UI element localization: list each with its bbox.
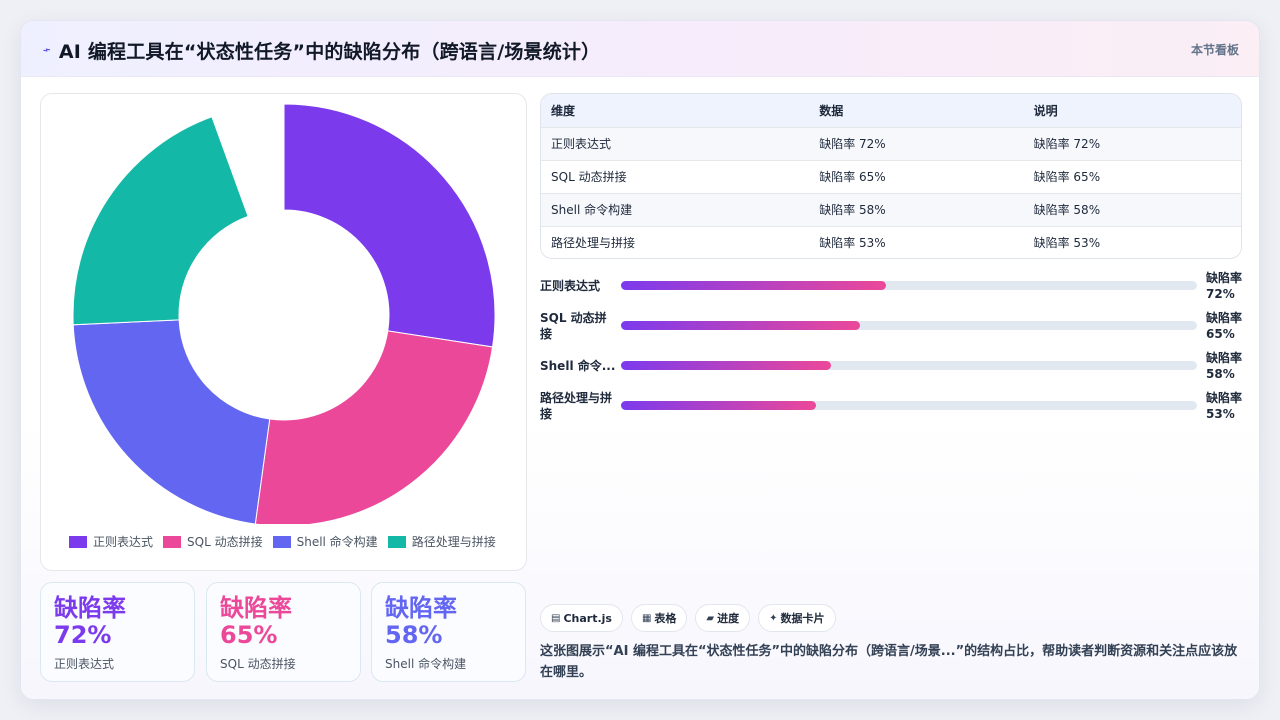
- chip-data-card[interactable]: ✦ 数据卡片: [758, 604, 836, 632]
- progress-row: 正则表达式 缺陷率 72%: [540, 269, 1242, 303]
- legend-label: SQL 动态拼接: [187, 535, 263, 549]
- table-cell: 缺陷率 58%: [1023, 193, 1241, 227]
- legend-swatch: [69, 535, 87, 548]
- legend-item[interactable]: 正则表达式: [69, 533, 153, 550]
- progress-fill: [621, 321, 861, 330]
- stat-label: SQL 动态拼接: [220, 657, 296, 671]
- stat-value: 缺陷率 65%: [220, 594, 292, 649]
- progress-track: [621, 321, 1197, 330]
- chip-label: 表格: [654, 612, 677, 625]
- legend-label: 正则表达式: [93, 535, 154, 549]
- doughnut-slice-3[interactable]: [72, 319, 271, 524]
- title-wrap: ⌁ AI 编程工具在“状态性任务”中的缺陷分布（跨语言/场景统计）: [40, 37, 601, 64]
- legend-swatch: [387, 535, 406, 548]
- doughnut-chart: [72, 103, 496, 524]
- progress-fill: [621, 361, 832, 370]
- progress-value: 缺陷率 72%: [1206, 271, 1243, 301]
- table-cell: SQL 动态拼接: [541, 160, 810, 194]
- doughnut-chart-panel: 正则表达式 SQL 动态拼接 Shell 命令构建 路径处理与拼接: [40, 93, 527, 571]
- page-title: AI 编程工具在“状态性任务”中的缺陷分布（跨语言/场景统计）: [58, 41, 601, 63]
- progress-row: SQL 动态拼接 缺陷率 65%: [540, 309, 1242, 343]
- section-board-label: 本节看板: [1190, 43, 1239, 57]
- table-cell: 缺陷率 72%: [1023, 127, 1241, 161]
- progress-track: [621, 401, 1197, 410]
- table-cell: 正则表达式: [541, 127, 810, 161]
- progress-fill: [621, 281, 886, 290]
- legend-item[interactable]: SQL 动态拼接: [163, 533, 263, 550]
- table-row: 正则表达式 缺陷率 72% 缺陷率 72%: [541, 127, 1241, 161]
- table-header-row: 维度 数据 说明: [541, 94, 1241, 128]
- sparkle-icon: ✦: [769, 612, 778, 624]
- progress-label: SQL 动态拼接: [540, 311, 607, 341]
- data-table: 维度 数据 说明 正则表达式 缺陷率 72% 缺陷率 72% SQL 动态拼接 …: [540, 93, 1242, 259]
- legend-label: 路径处理与拼接: [411, 535, 496, 549]
- progress-icon: ▰: [706, 612, 715, 624]
- progress-row: Shell 命令... 缺陷率 58%: [540, 349, 1242, 383]
- progress-row: 路径处理与拼接 缺陷率 53%: [540, 389, 1242, 423]
- table-cell: 缺陷率 65%: [1023, 160, 1241, 194]
- progress-label: Shell 命令...: [540, 359, 616, 373]
- progress-track: [621, 361, 1197, 370]
- chart-icon: ▤: [551, 612, 561, 624]
- legend-item[interactable]: 路径处理与拼接: [387, 533, 496, 550]
- table-cell: 缺陷率 58%: [809, 193, 1024, 227]
- header-bar: ⌁ AI 编程工具在“状态性任务”中的缺陷分布（跨语言/场景统计） 本节看板: [21, 21, 1259, 77]
- chip-label: Chart.js: [563, 611, 612, 625]
- legend-label: Shell 命令构建: [296, 535, 378, 549]
- stat-label: 正则表达式: [54, 657, 115, 671]
- stat-label: Shell 命令构建: [385, 657, 467, 671]
- progress-value: 缺陷率 65%: [1206, 311, 1243, 341]
- column-header-dimension: 维度: [541, 94, 810, 128]
- progress-track: [621, 281, 1197, 290]
- legend-swatch: [163, 535, 182, 548]
- progress-value: 缺陷率 53%: [1206, 391, 1243, 421]
- stat-value: 缺陷率 58%: [385, 594, 457, 649]
- table-row: SQL 动态拼接 缺陷率 65% 缺陷率 65%: [541, 160, 1241, 194]
- dashboard-card: ⌁ AI 编程工具在“状态性任务”中的缺陷分布（跨语言/场景统计） 本节看板 正…: [20, 20, 1260, 700]
- chip-label: 数据卡片: [780, 612, 825, 625]
- chip-label: 进度: [717, 612, 740, 625]
- table-cell: 缺陷率 72%: [809, 127, 1024, 161]
- doughnut-slice-4[interactable]: [72, 116, 249, 326]
- trend-arrow-icon: ⌁: [40, 42, 54, 59]
- chip-progress[interactable]: ▰ 进度: [695, 604, 751, 632]
- progress-value: 缺陷率 58%: [1206, 351, 1243, 381]
- table-cell: 缺陷率 53%: [809, 226, 1024, 258]
- table-cell: 缺陷率 65%: [809, 160, 1024, 194]
- column-header-note: 说明: [1023, 94, 1241, 128]
- doughnut-slice-2[interactable]: [254, 330, 494, 524]
- column-header-data: 数据: [809, 94, 1024, 128]
- table-cell: Shell 命令构建: [541, 193, 810, 227]
- chip-chartjs[interactable]: ▤ Chart.js: [540, 604, 623, 632]
- table-row: Shell 命令构建 缺陷率 58% 缺陷率 58%: [541, 193, 1241, 227]
- stat-card-regex: 缺陷率 72% 正则表达式: [40, 582, 195, 682]
- chart-legend: 正则表达式 SQL 动态拼接 Shell 命令构建 路径处理与拼接: [69, 533, 506, 550]
- progress-fill: [621, 401, 816, 410]
- stat-card-sql: 缺陷率 65% SQL 动态拼接: [206, 582, 361, 682]
- doughnut-slice-1[interactable]: [283, 103, 496, 348]
- table-cell: 路径处理与拼接: [541, 226, 810, 258]
- legend-swatch: [272, 535, 291, 548]
- table-icon: ▦: [641, 612, 652, 624]
- legend-item[interactable]: Shell 命令构建: [272, 533, 378, 550]
- table-row: 路径处理与拼接 缺陷率 53% 缺陷率 53%: [541, 226, 1241, 258]
- table-cell: 缺陷率 53%: [1023, 226, 1241, 258]
- progress-label: 路径处理与拼接: [540, 391, 613, 421]
- stat-value: 缺陷率 72%: [54, 594, 126, 649]
- tag-chip-list: ▤ Chart.js ▦ 表格 ▰ 进度 ✦ 数据卡片: [540, 604, 844, 632]
- chart-description: 这张图展示“AI 编程工具在“状态性任务”中的缺陷分布（跨语言/场景...”的结…: [540, 644, 1238, 680]
- progress-label: 正则表达式: [540, 279, 601, 293]
- stat-card-shell: 缺陷率 58% Shell 命令构建: [371, 582, 526, 682]
- chip-table[interactable]: ▦ 表格: [630, 604, 688, 632]
